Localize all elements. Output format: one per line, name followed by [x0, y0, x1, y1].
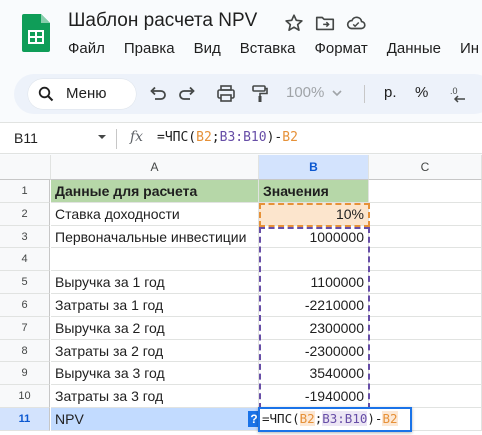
row-header-10[interactable]: 10 [0, 385, 50, 408]
menu-file[interactable]: Файл [68, 40, 105, 57]
document-title[interactable]: Шаблон расчета NPV [68, 10, 257, 32]
cell-c-9[interactable] [369, 362, 482, 386]
cell-c-5[interactable] [369, 271, 482, 294]
search-icon [38, 86, 54, 102]
menu-view[interactable]: Вид [194, 40, 221, 57]
cell-a-costs-y1[interactable]: Затраты за 1 год [51, 294, 259, 317]
formula-part: ; [211, 130, 220, 145]
column-header-c[interactable]: C [369, 155, 482, 180]
formula-bar-divider [116, 129, 117, 149]
formula-ref-range: B3:B10 [219, 130, 267, 145]
redo-icon[interactable] [177, 83, 199, 105]
row-header-1[interactable]: 1 [0, 180, 50, 203]
cell-a-data-header[interactable]: Данные для расчета [51, 180, 259, 203]
cell-b-empty[interactable] [259, 248, 369, 272]
row-header-4[interactable]: 4 [0, 248, 50, 272]
formula-ref-b2: B2 [282, 130, 298, 145]
editor-ref-b2: B2 [299, 411, 315, 426]
menu-bar: Файл Правка Вид Вставка Формат Данные Ин [68, 40, 482, 62]
row-header-7[interactable]: 7 [0, 316, 50, 340]
cell-c-6[interactable] [369, 294, 482, 317]
editor-formula-part: =ЧПС( [262, 411, 300, 426]
cell-c-2[interactable] [369, 202, 482, 226]
menu-search-button[interactable]: Меню [28, 79, 136, 109]
editor-formula-part: )- [367, 411, 383, 426]
name-box-chevron-down-icon[interactable] [97, 132, 107, 142]
row-header-6[interactable]: 6 [0, 294, 50, 317]
name-box[interactable]: B11 [14, 130, 38, 146]
menu-data[interactable]: Данные [387, 40, 441, 57]
cloud-status-icon[interactable] [345, 12, 367, 34]
column-header-a[interactable]: A [51, 155, 259, 180]
currency-format-button[interactable]: р. [384, 84, 397, 101]
menu-format[interactable]: Формат [314, 40, 367, 57]
row-header-11[interactable]: 11 [0, 408, 50, 431]
cell-b-revenue-y1[interactable]: 1100000 [259, 271, 369, 294]
formula-part: =ЧПС( [157, 130, 197, 145]
cell-c-1[interactable] [369, 180, 482, 203]
percent-format-button[interactable]: % [415, 84, 428, 101]
cell-a-revenue-y2[interactable]: Выручка за 2 год [51, 316, 259, 340]
menu-search-label: Меню [66, 85, 107, 102]
sheets-logo-icon[interactable] [22, 14, 50, 52]
cell-a-npv[interactable]: NPV [51, 408, 259, 431]
menu-insert[interactable]: Вставка [240, 40, 296, 57]
active-cell-editor[interactable]: =ЧПС(B2;B3:B10)-B2 [258, 407, 412, 432]
formula-input[interactable]: =ЧПС(B2;B3:B10)-B2 [157, 130, 298, 145]
cell-a-initial-investment[interactable]: Первоначальные инвестиции [51, 225, 259, 249]
cell-b-revenue-y2[interactable]: 2300000 [259, 316, 369, 340]
editor-ref-b2: B2 [382, 411, 398, 426]
undo-icon[interactable] [146, 83, 168, 105]
toolbar-divider [364, 85, 365, 103]
cell-c-10[interactable] [369, 385, 482, 408]
cell-a-revenue-y3[interactable]: Выручка за 3 год [51, 362, 259, 386]
decrease-decimal-icon[interactable]: .0 [448, 83, 470, 105]
cell-b-costs-y3[interactable]: -1940000 [259, 385, 369, 408]
formula-ref-b2: B2 [196, 130, 212, 145]
sheet-grid[interactable]: A B C 1 Данные для расчета Значения 2 Ставка… [0, 155, 482, 435]
cell-b-revenue-y3[interactable]: 3540000 [259, 362, 369, 386]
menu-edit[interactable]: Правка [124, 40, 175, 57]
row-header-3[interactable]: 3 [0, 225, 50, 249]
zoom-select[interactable]: 100% [286, 84, 324, 101]
cell-c-8[interactable] [369, 339, 482, 363]
cell-c-7[interactable] [369, 316, 482, 340]
row-header-8[interactable]: 8 [0, 339, 50, 363]
cell-a-costs-y2[interactable]: Затраты за 2 год [51, 339, 259, 363]
toolbar: Меню 100% р. % .0 [14, 74, 482, 114]
cell-b-costs-y1[interactable]: -2210000 [259, 294, 369, 317]
row-header-5[interactable]: 5 [0, 271, 50, 294]
cell-a-revenue-y1[interactable]: Выручка за 1 год [51, 271, 259, 294]
column-header-b[interactable]: B [259, 155, 369, 180]
cell-b-initial-investment[interactable]: 1000000 [259, 225, 369, 249]
row-header-9[interactable]: 9 [0, 362, 50, 386]
cell-b-costs-y2[interactable]: -2300000 [259, 339, 369, 363]
cell-a-empty[interactable] [51, 248, 259, 272]
zoom-chevron-down-icon[interactable] [330, 86, 344, 100]
cell-c-4[interactable] [369, 248, 482, 272]
cell-b-data-header[interactable]: Значения [259, 180, 369, 203]
cell-a-rate[interactable]: Ставка доходности [51, 202, 259, 226]
editor-ref-range: B3:B10 [322, 411, 368, 426]
star-icon[interactable] [283, 12, 305, 34]
paint-format-icon[interactable] [249, 83, 271, 105]
cell-a-costs-y3[interactable]: Затраты за 3 год [51, 385, 259, 408]
formula-bar: B11 fx =ЧПС(B2;B3:B10)-B2 [0, 122, 482, 154]
menu-tools[interactable]: Ин [460, 40, 479, 57]
cell-b-rate[interactable]: 10% [259, 202, 369, 226]
formula-part: )- [266, 130, 283, 145]
row-header-2[interactable]: 2 [0, 202, 50, 226]
print-icon[interactable] [215, 83, 237, 105]
move-to-folder-icon[interactable] [314, 12, 336, 34]
svg-text:.0: .0 [450, 86, 458, 96]
title-bar: Шаблон расчета NPV Файл Правка Вид Вставка Ф… [0, 0, 482, 66]
select-all-corner[interactable] [0, 155, 51, 180]
fx-icon: fx [130, 129, 144, 145]
cell-c-3[interactable] [369, 225, 482, 249]
